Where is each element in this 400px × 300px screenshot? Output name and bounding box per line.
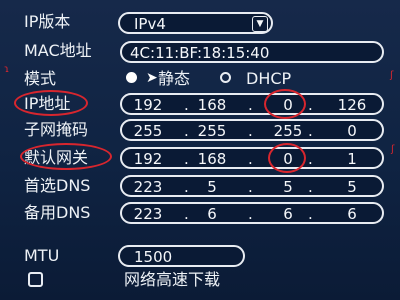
radio-static-label: 静态	[158, 69, 191, 88]
gateway-octet-2[interactable]: 168	[192, 150, 232, 168]
gateway-octet-1[interactable]: 192	[128, 150, 168, 168]
dot-separator: .	[248, 96, 253, 114]
ip-version-dropdown[interactable]: IPv4 ▼	[118, 12, 273, 34]
dot-separator: .	[184, 122, 189, 140]
dns2-octet-1[interactable]: 223	[128, 205, 168, 223]
subnet-mask-field[interactable]: 255 . 255 . 255 . 0	[120, 119, 384, 141]
annotation-mark: ɿ	[4, 64, 10, 75]
mask-octet-1[interactable]: 255	[128, 122, 168, 140]
mac-label: MAC地址	[24, 41, 92, 60]
mac-value: 4C:11:BF:18:15:40	[130, 44, 270, 62]
ip-version-value: IPv4	[134, 15, 166, 33]
mode-label: 模式	[24, 69, 57, 88]
ip-octet-4[interactable]: 126	[332, 96, 372, 114]
annotation-mark: ʃ	[391, 144, 395, 155]
mtu-value: 1500	[134, 248, 173, 266]
dot-separator: .	[248, 178, 253, 196]
dot-separator: .	[248, 122, 253, 140]
dns2-octet-3[interactable]: 6	[268, 205, 308, 223]
annotation-circle-ip-octet	[264, 89, 306, 119]
dot-separator: .	[308, 178, 313, 196]
chevron-down-icon[interactable]: ▼	[252, 16, 268, 32]
radio-dhcp[interactable]	[220, 72, 231, 83]
dns1-field[interactable]: 223 . 5 . 5 . 5	[120, 175, 384, 197]
dns2-field[interactable]: 223 . 6 . 6 . 6	[120, 202, 384, 224]
dot-separator: .	[308, 96, 313, 114]
dot-separator: .	[184, 150, 189, 168]
fast-download-checkbox[interactable]	[28, 272, 43, 287]
dot-separator: .	[184, 178, 189, 196]
dot-separator: .	[308, 150, 313, 168]
mtu-field[interactable]: 1500	[118, 245, 245, 267]
dns1-label: 首选DNS	[24, 176, 91, 195]
dns2-octet-2[interactable]: 6	[192, 205, 232, 223]
network-settings-screen: IP版本 IPv4 ▼ MAC地址 4C:11:BF:18:15:40 模式 ➤…	[0, 0, 400, 300]
dot-separator: .	[308, 122, 313, 140]
mask-octet-4[interactable]: 0	[332, 122, 372, 140]
dot-separator: .	[184, 205, 189, 223]
mac-field: 4C:11:BF:18:15:40	[120, 41, 384, 63]
dns1-octet-2[interactable]: 5	[192, 178, 232, 196]
dns1-octet-1[interactable]: 223	[128, 178, 168, 196]
dot-separator: .	[248, 150, 253, 168]
annotation-circle-gateway-label	[20, 143, 112, 170]
annotation-mark: ʃ	[390, 70, 394, 81]
mask-octet-2[interactable]: 255	[192, 122, 232, 140]
fast-download-label: 网络高速下载	[124, 270, 221, 289]
dot-separator: .	[308, 205, 313, 223]
ip-address-field[interactable]: 192 . 168 . 0 . 126	[120, 93, 384, 115]
ip-version-label: IP版本	[24, 12, 71, 31]
dot-separator: .	[248, 205, 253, 223]
ip-octet-1[interactable]: 192	[128, 96, 168, 114]
ip-octet-2[interactable]: 168	[192, 96, 232, 114]
annotation-circle-gateway-octet	[268, 143, 306, 173]
mtu-label: MTU	[24, 246, 60, 265]
mask-octet-3[interactable]: 255	[268, 122, 308, 140]
dot-separator: .	[184, 96, 189, 114]
radio-static[interactable]	[126, 72, 137, 83]
subnet-mask-label: 子网掩码	[24, 120, 89, 139]
dns1-octet-3[interactable]: 5	[268, 178, 308, 196]
dns1-octet-4[interactable]: 5	[332, 178, 372, 196]
gateway-field[interactable]: 192 . 168 . 0 . 1	[120, 147, 384, 169]
gateway-octet-4[interactable]: 1	[332, 150, 372, 168]
radio-dhcp-label: DHCP	[246, 69, 292, 88]
dns2-label: 备用DNS	[24, 203, 91, 222]
cursor-icon: ➤	[146, 70, 158, 86]
annotation-circle-ip-label	[14, 90, 88, 116]
dns2-octet-4[interactable]: 6	[332, 205, 372, 223]
